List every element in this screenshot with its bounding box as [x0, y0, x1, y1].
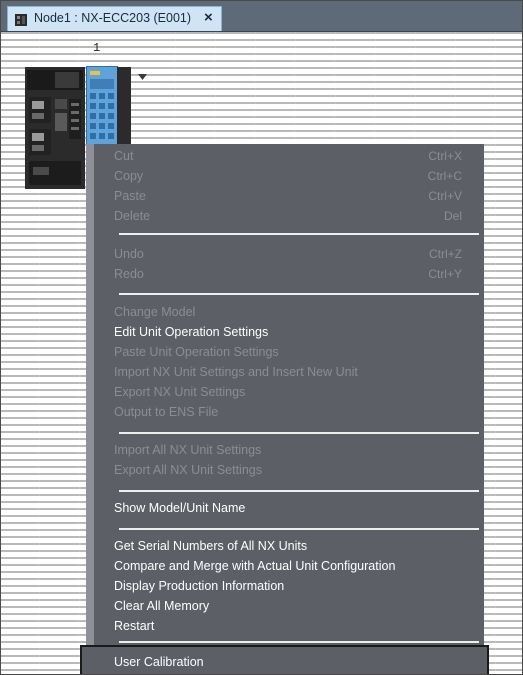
device-icon	[15, 14, 27, 26]
menu-item-copy: Copy	[114, 169, 144, 183]
menu-item-user-calibration-label: User Calibration	[114, 655, 204, 669]
menu-item-compare-and-merge[interactable]: Compare and Merge with Actual Unit Confi…	[114, 559, 395, 573]
shortcut-copy: Ctrl+C	[427, 169, 462, 183]
shortcut-undo: Ctrl+Z	[429, 247, 462, 261]
menu-item-paste-unit-operation-settings: Paste Unit Operation Settings	[114, 345, 279, 359]
column-number: 1	[93, 41, 101, 55]
menu-item-redo: Redo	[114, 267, 144, 281]
menu-separator	[119, 641, 479, 643]
menu-item-delete: Delete	[114, 209, 151, 223]
shortcut-delete: Del	[443, 209, 462, 223]
menu-item-show-model-unit-name[interactable]: Show Model/Unit Name	[114, 501, 245, 515]
menu-separator	[119, 293, 479, 295]
menu-item-export-nx-unit-settings: Export NX Unit Settings	[114, 385, 246, 399]
menu-separator	[119, 490, 479, 492]
grid-line	[495, 32, 496, 674]
menu-item-clear-all-memory[interactable]: Clear All Memory	[114, 599, 209, 613]
shortcut-redo: Ctrl+Y	[428, 267, 462, 281]
menu-item-paste: Paste	[114, 189, 146, 203]
tab-title: Node1 : NX-ECC203 (E001)	[34, 11, 192, 25]
editor-frame: Node1 : NX-ECC203 (E001) × 1 Cut Ctrl+X …	[0, 0, 523, 675]
menu-item-user-calibration[interactable]: User Calibration	[80, 645, 489, 674]
menu-item-import-nx-unit-settings-insert: Import NX Unit Settings and Insert New U…	[114, 365, 358, 379]
menu-item-undo: Undo	[114, 247, 144, 261]
menu-item-edit-unit-operation-settings[interactable]: Edit Unit Operation Settings	[114, 325, 268, 339]
coupler-unit-graphic	[25, 67, 85, 189]
shortcut-paste: Ctrl+V	[428, 189, 462, 203]
coupler-unit[interactable]	[25, 67, 85, 189]
menu-item-import-all-nx-unit-settings: Import All NX Unit Settings	[114, 443, 262, 457]
menu-separator	[119, 432, 479, 434]
tab-node1[interactable]: Node1 : NX-ECC203 (E001) ×	[7, 6, 222, 31]
context-menu: Cut Ctrl+X Copy Ctrl+C Paste Ctrl+V Dele…	[86, 144, 484, 674]
menu-item-get-serial-numbers[interactable]: Get Serial Numbers of All NX Units	[114, 539, 307, 553]
tab-bar: Node1 : NX-ECC203 (E001) ×	[1, 1, 522, 32]
menu-separator	[119, 233, 479, 235]
shortcut-cut: Ctrl+X	[428, 149, 462, 163]
menu-item-cut: Cut	[114, 149, 134, 163]
dropdown-arrow-icon[interactable]	[138, 74, 147, 80]
menu-item-export-all-nx-unit-settings: Export All NX Unit Settings	[114, 463, 262, 477]
menu-item-restart[interactable]: Restart	[114, 619, 154, 633]
menu-item-change-model: Change Model	[114, 305, 196, 319]
menu-item-output-ens-file: Output to ENS File	[114, 405, 219, 419]
menu-item-display-production-information[interactable]: Display Production Information	[114, 579, 284, 593]
menu-separator	[119, 528, 479, 530]
close-icon[interactable]: ×	[204, 9, 213, 26]
